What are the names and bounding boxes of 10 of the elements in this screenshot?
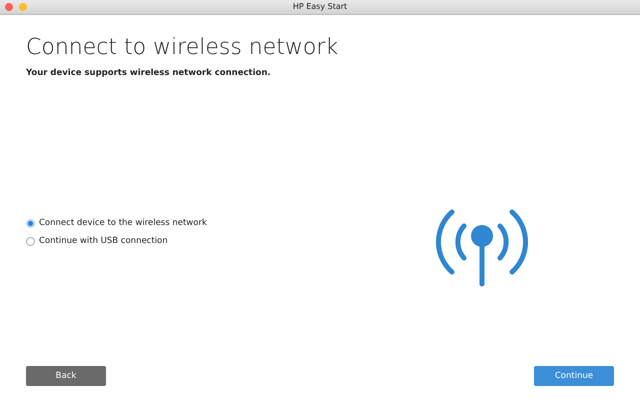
window-title: HP Easy Start xyxy=(292,1,348,13)
radio-option[interactable]: Connect device to the wireless network xyxy=(26,218,207,228)
minimize-button[interactable] xyxy=(19,3,27,11)
subtitle-text: Your device supports wireless network connection. xyxy=(26,68,271,78)
radio-option[interactable]: Continue with USB connection xyxy=(26,236,168,246)
page-heading: Connect to wireless network xyxy=(26,35,338,60)
back-button[interactable]: Back xyxy=(26,366,106,386)
radio-button[interactable] xyxy=(26,218,35,228)
close-button[interactable] xyxy=(5,3,13,11)
radio-button[interactable] xyxy=(26,236,35,246)
